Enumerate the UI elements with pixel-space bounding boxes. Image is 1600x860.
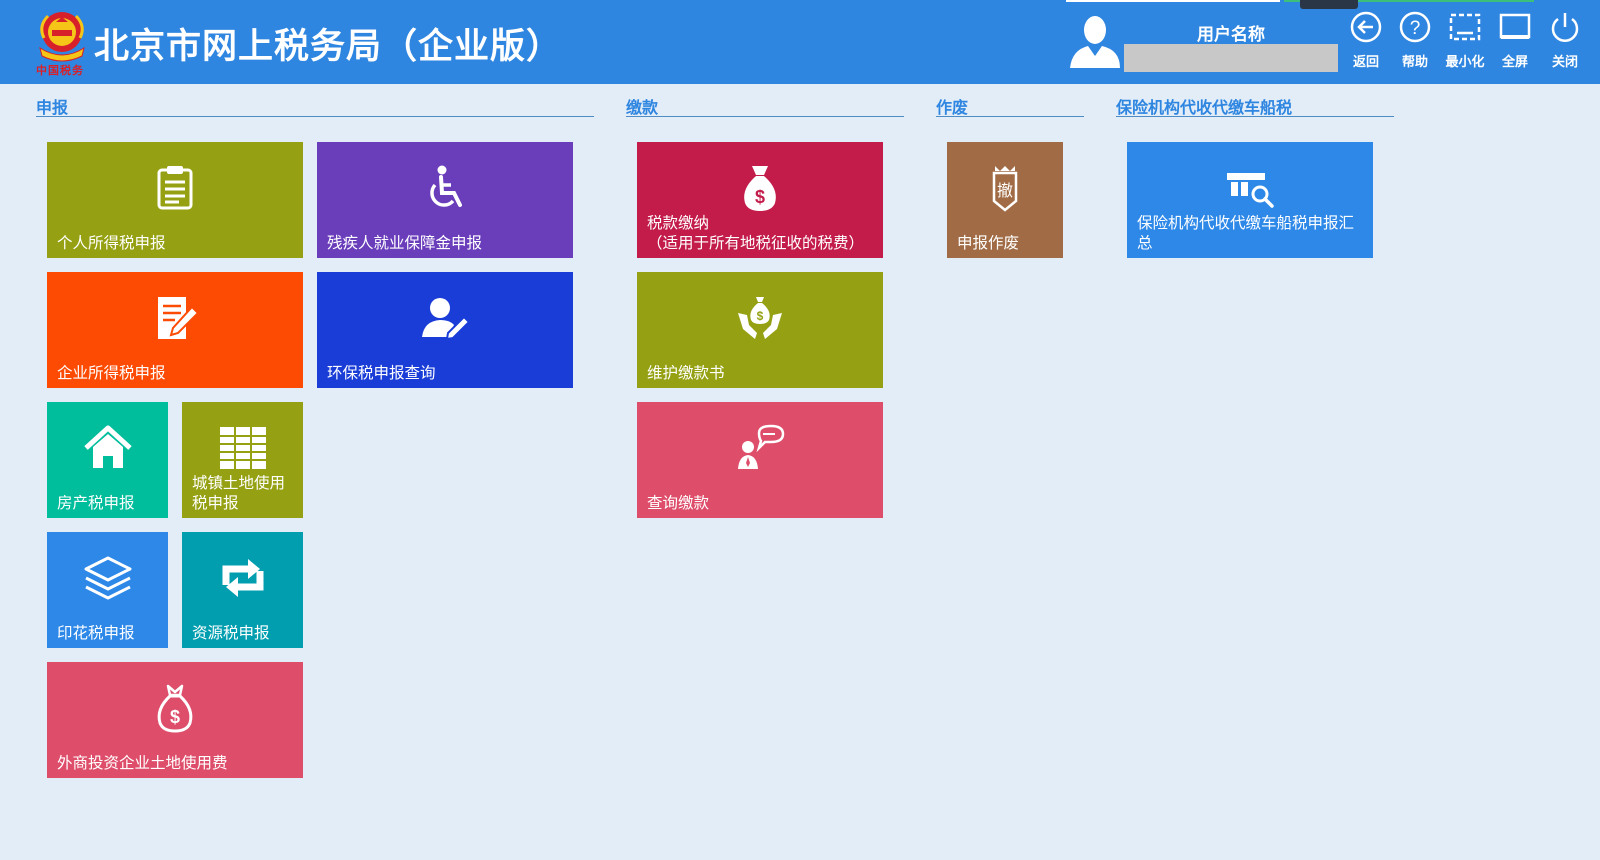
close-button-label: 关闭: [1551, 55, 1578, 70]
section-insurance-vehicle-tax: 保险机构代收代缴车船税: [1116, 94, 1394, 117]
section-declare: 申报: [36, 94, 594, 117]
tile-void-declaration[interactable]: 撤 申报作废: [947, 142, 1063, 258]
minimize-icon: [1449, 13, 1481, 41]
tile-label-line2: （适用于所有地税征收的税费）: [647, 234, 865, 252]
layers-icon: [84, 556, 131, 600]
window-strip: [1066, 0, 1280, 2]
money-bag-outline-icon: $: [157, 684, 193, 733]
tile-maintain-payment-book[interactable]: $ 维护缴款书: [637, 272, 883, 388]
wheelchair-icon: [430, 165, 462, 207]
tile-label: 企业所得税申报: [57, 364, 166, 382]
money-bag-icon: $: [744, 166, 776, 211]
tile-label: 房产税申报: [57, 494, 135, 512]
tile-stamp-tax[interactable]: 印花税申报: [47, 532, 168, 648]
user-name-label: 用户名称: [1197, 25, 1265, 45]
tile-label: 查询缴款: [647, 494, 710, 512]
back-button-label: 返回: [1352, 55, 1379, 70]
minimize-button-label: 最小化: [1445, 55, 1485, 70]
svg-text:$: $: [757, 309, 764, 323]
tile-foreign-enterprise-land-fee[interactable]: $ 外商投资企业土地使用费: [47, 662, 303, 778]
tile-label-line1: 税款缴纳: [647, 214, 710, 232]
table-search-icon: [1227, 173, 1274, 208]
help-circle-icon: ?: [1399, 11, 1431, 43]
window-grip[interactable]: [1300, 0, 1358, 9]
back-button[interactable]: 返回: [1342, 10, 1390, 72]
house-icon: [83, 425, 132, 468]
emblem-caption: 中国税务: [36, 64, 84, 77]
tile-personal-income-tax[interactable]: 个人所得税申报: [47, 142, 303, 258]
fullscreen-button[interactable]: 全屏: [1491, 10, 1539, 72]
user-name-field: [1124, 44, 1338, 72]
tile-vehicle-tax-summary[interactable]: 保险机构代收代缴车船税申报汇总: [1127, 142, 1373, 258]
tile-disabled-employment-fund[interactable]: 残疾人就业保障金申报: [317, 142, 573, 258]
tile-label: 个人所得税申报: [57, 234, 166, 252]
minimize-button[interactable]: 最小化: [1441, 10, 1489, 72]
tile-label: 环保税申报查询: [327, 364, 436, 382]
document-edit-icon: [158, 297, 200, 339]
tile-resource-tax[interactable]: 资源税申报: [182, 532, 303, 648]
ledger-icon: [219, 427, 266, 469]
section-void: 作废: [936, 94, 1084, 117]
fullscreen-button-label: 全屏: [1501, 55, 1528, 70]
tile-label: 维护缴款书: [647, 364, 725, 382]
tile-label: 城镇土地使用税申报: [192, 474, 286, 512]
tile-corporate-income-tax[interactable]: 企业所得税申报: [47, 272, 303, 388]
svg-text:$: $: [755, 187, 765, 207]
tile-property-tax[interactable]: 房产税申报: [47, 402, 168, 518]
tile-label: 资源税申报: [192, 624, 270, 642]
close-button[interactable]: 关闭: [1541, 10, 1589, 72]
help-button[interactable]: ? 帮助: [1391, 10, 1439, 72]
tile-env-tax-query[interactable]: 环保税申报查询: [317, 272, 573, 388]
tile-tax-payment[interactable]: $ 税款缴纳 （适用于所有地税征收的税费）: [637, 142, 883, 258]
exchange-arrows-icon: [222, 559, 263, 597]
tile-label-multiline: 税款缴纳 （适用于所有地税征收的税费）: [647, 213, 875, 253]
user-avatar-icon: [1070, 16, 1120, 68]
power-icon: [1551, 13, 1579, 42]
section-payment: 缴款: [626, 94, 904, 117]
void-badge-icon: 撤: [992, 166, 1018, 212]
svg-text:$: $: [170, 707, 180, 727]
tile-label: 印花税申报: [57, 624, 135, 642]
tile-label: 保险机构代收代缴车船税申报汇总: [1137, 214, 1355, 252]
help-button-label: 帮助: [1401, 55, 1428, 70]
void-badge-text: 撤: [997, 181, 1013, 200]
app-header: 中国税务 北京市网上税务局（企业版） 用户名称 返回 ? 帮助 最小化 全屏 关…: [0, 0, 1600, 84]
clipboard-icon: [157, 166, 193, 210]
tile-label: 残疾人就业保障金申报: [327, 234, 483, 252]
app-title: 北京市网上税务局（企业版）: [94, 27, 563, 67]
user-speech-icon: [738, 424, 785, 469]
user-edit-icon: [422, 298, 470, 341]
hands-money-icon: $: [738, 297, 782, 339]
tile-urban-land-use-tax[interactable]: 城镇土地使用税申报: [182, 402, 303, 518]
tile-label: 外商投资企业土地使用费: [57, 754, 228, 772]
svg-text:?: ?: [1410, 18, 1421, 39]
back-circle-icon: [1350, 11, 1382, 43]
tile-label: 申报作废: [957, 234, 1020, 252]
fullscreen-icon: [1499, 13, 1531, 39]
tile-query-payment[interactable]: 查询缴款: [637, 402, 883, 518]
